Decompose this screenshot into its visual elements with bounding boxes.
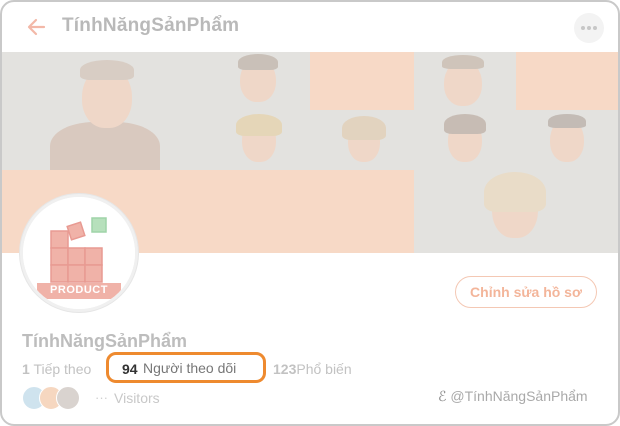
more-options-icon[interactable] — [574, 13, 604, 43]
cover-photo — [208, 110, 310, 170]
following-label: Tiếp theo — [33, 361, 92, 377]
cover-photo — [310, 110, 414, 170]
profile-window: TínhNăngSảnPhẩm PRODUCT Chỉnh sửa hồ sơ … — [0, 0, 620, 426]
popular-label: Phổ biến — [296, 361, 352, 377]
following-stat[interactable]: 1 Tiếp theo — [22, 361, 91, 377]
profile-name: TínhNăngSảnPhẩm — [22, 331, 188, 351]
dots-icon: ··· — [95, 390, 108, 405]
watermark-text: @TínhNăngSảnPhẩm — [450, 388, 588, 404]
avatar-logo-text: PRODUCT — [50, 284, 108, 296]
cover-photo — [414, 170, 618, 253]
cover-photo — [414, 52, 516, 110]
visitors-label: Visitors — [114, 390, 160, 406]
visitor-avatar — [56, 386, 80, 410]
popular-stat[interactable]: 123Phổ biến — [273, 361, 352, 377]
following-count: 1 — [22, 361, 30, 377]
cover-tile — [310, 52, 414, 110]
cover-photo — [414, 110, 516, 170]
cover-photo — [516, 110, 618, 170]
swirl-icon: ℰ — [438, 388, 447, 404]
followers-label: Người theo dõi — [143, 360, 237, 376]
top-bar: TínhNăngSảnPhẩm — [2, 2, 618, 52]
cover-photo — [208, 52, 310, 110]
edit-profile-button[interactable]: Chỉnh sửa hồ sơ — [455, 276, 597, 308]
avatar[interactable]: PRODUCT — [20, 194, 138, 312]
followers-stat[interactable]: 94 Người theo dõi — [106, 352, 266, 383]
followers-count: 94 — [122, 361, 138, 377]
page-title: TínhNăngSảnPhẩm — [62, 15, 240, 36]
popular-count: 123 — [273, 361, 297, 377]
back-arrow-icon[interactable] — [24, 14, 50, 40]
watermark: ℰ @TínhNăngSảnPhẩm — [438, 388, 588, 405]
visitors-row[interactable]: ··· Visitors — [22, 386, 222, 410]
cover-photo — [2, 52, 208, 170]
cover-tile — [516, 52, 618, 110]
